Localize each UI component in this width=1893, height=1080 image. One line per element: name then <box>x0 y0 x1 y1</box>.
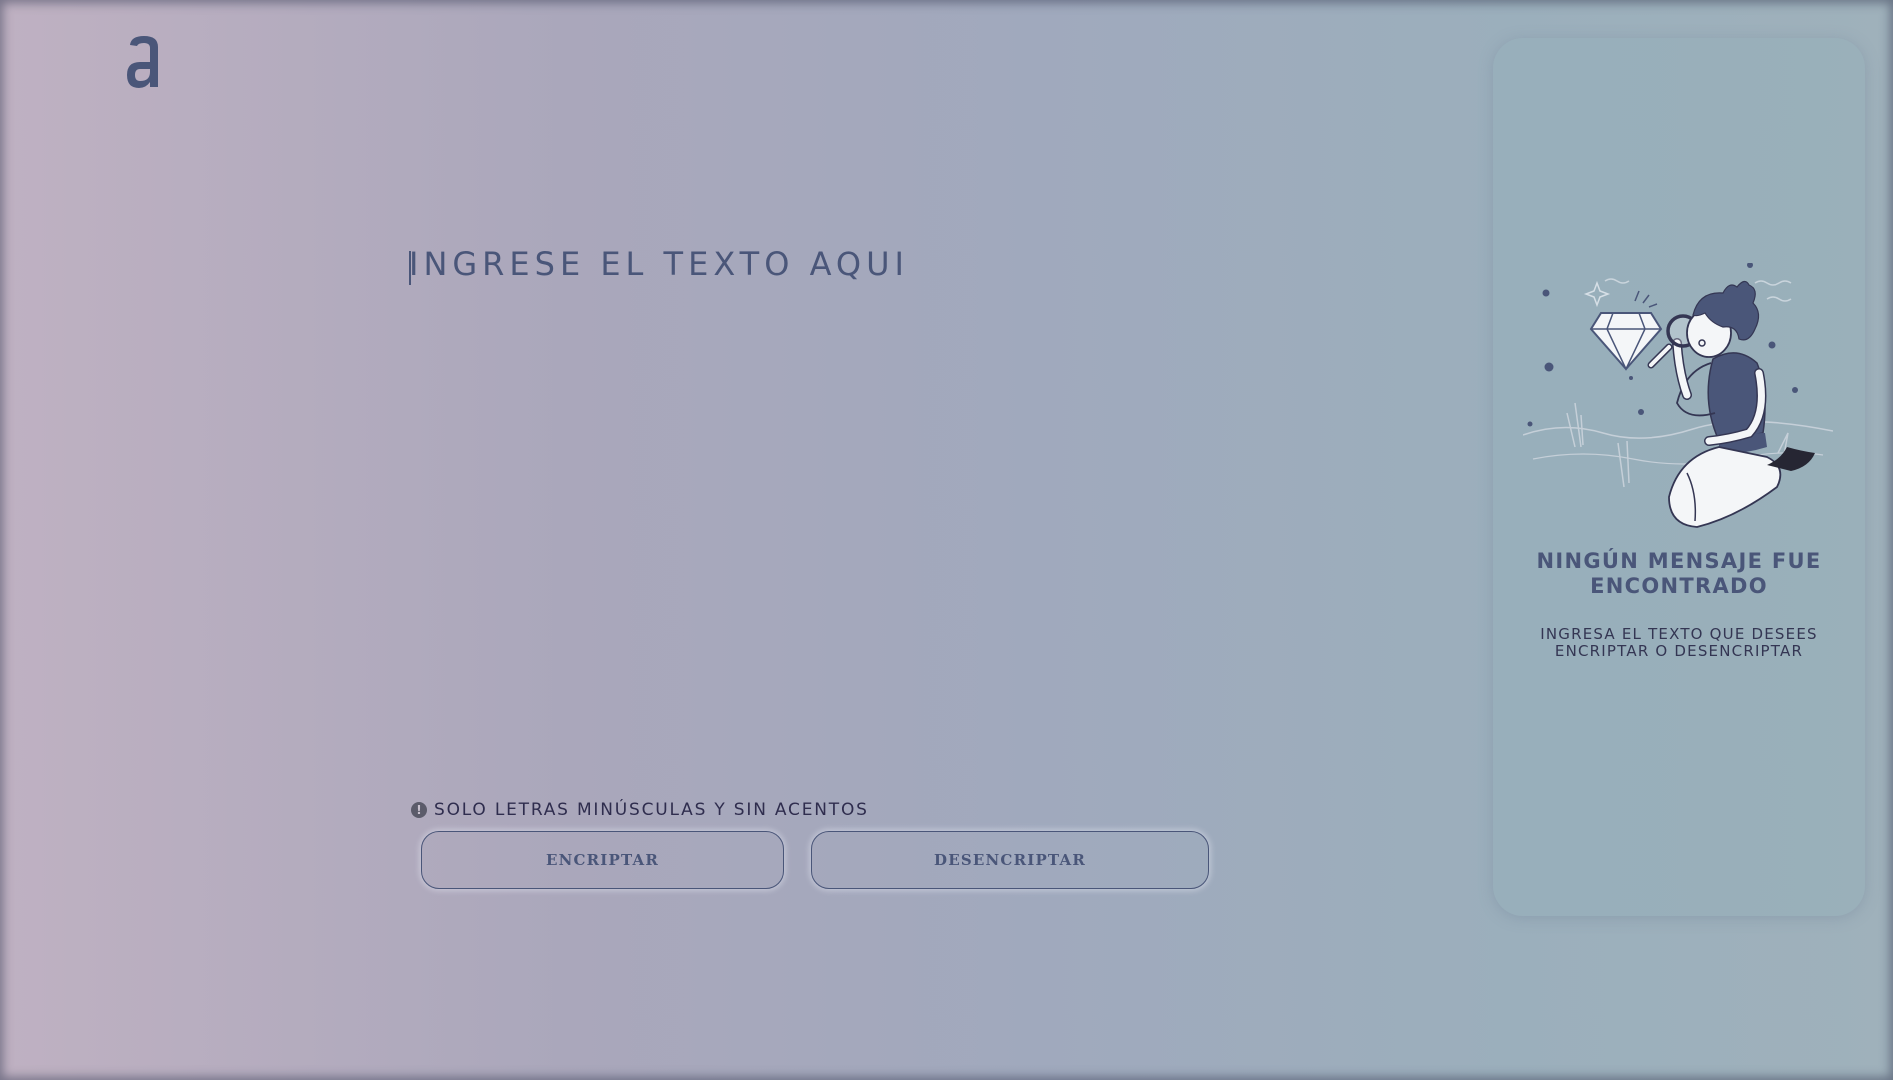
person-with-magnifying-glass-illustration <box>1523 263 1833 528</box>
alura-logo-icon[interactable] <box>124 32 164 94</box>
encrypt-button[interactable]: ENCRIPTAR <box>421 831 784 889</box>
empty-state-subtitle: INGRESA EL TEXTO QUE DESEES ENCRIPTAR O … <box>1540 625 1818 660</box>
message-input[interactable] <box>409 245 1209 765</box>
empty-state-title: NINGÚN MENSAJE FUE ENCONTRADO <box>1536 549 1822 598</box>
decrypt-button[interactable]: DESENCRIPTAR <box>811 831 1209 889</box>
exclamation-circle-icon: ! <box>411 802 427 818</box>
output-panel: NINGÚN MENSAJE FUE ENCONTRADO INGRESA EL… <box>1493 38 1865 916</box>
text-cursor <box>409 251 411 285</box>
input-hint: ! SOLO LETRAS MINÚSCULAS Y SIN ACENTOS <box>411 800 869 820</box>
input-hint-text: SOLO LETRAS MINÚSCULAS Y SIN ACENTOS <box>434 800 869 820</box>
